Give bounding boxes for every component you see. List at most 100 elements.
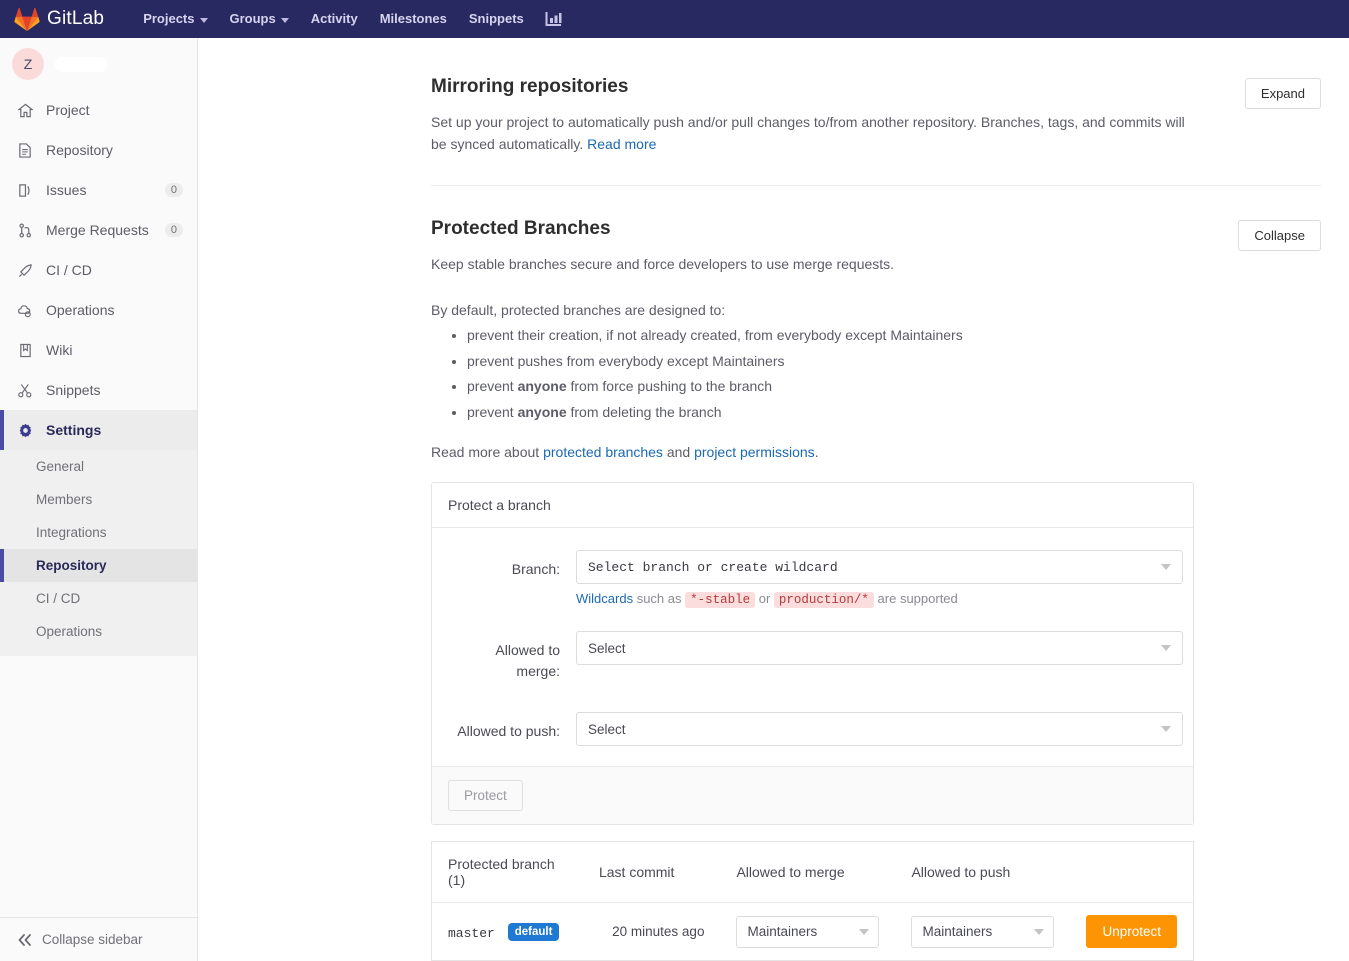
protected-branches-table-wrap: Protected branch (1) Last commit Allowed… [431, 841, 1321, 961]
topnav-item-snippets-label: Snippets [468, 11, 524, 26]
branch-select[interactable]: Select branch or create wildcard [576, 550, 1183, 585]
chevron-down-icon [280, 17, 289, 23]
collapse-sidebar-button[interactable]: Collapse sidebar [0, 917, 197, 961]
wildcards-link[interactable]: Wildcards [576, 591, 633, 606]
chevron-down-icon [1161, 726, 1171, 733]
chevron-down-icon [859, 928, 870, 935]
rule-text-pre: prevent [467, 403, 518, 420]
sidebar-item-snippets[interactable]: Snippets [0, 370, 197, 410]
mirroring-header: Mirroring repositories Set up your proje… [431, 76, 1321, 155]
sidebar-subitem-ci-cd[interactable]: CI / CD [0, 582, 197, 615]
sidebar-item-wiki[interactable]: Wiki [0, 330, 197, 370]
allowed-to-push-row: Allowed to push: Select [448, 712, 1183, 747]
sidebar-item-snippets-label: Snippets [46, 382, 101, 398]
double-chevron-left-icon [18, 933, 31, 946]
document-icon [16, 142, 34, 158]
protected-branches-doc-link[interactable]: protected branches [543, 444, 663, 460]
sidebar-item-repository-label: Repository [46, 142, 113, 158]
topnav-item-activity-label: Activity [310, 11, 358, 26]
sidebar-item-settings[interactable]: Settings [0, 410, 197, 450]
row-allowed-to-merge-select[interactable]: Maintainers [736, 915, 880, 948]
settings-subnav-list: General Members Integrations Repository … [0, 450, 197, 656]
protected-branches-title: Protected Branches [431, 218, 611, 240]
rocket-icon [16, 263, 34, 278]
rule-text-post: from deleting the branch [566, 403, 722, 420]
allowed-to-merge-row: Allowed to merge: Select [448, 631, 1183, 682]
topnav-item-snippets[interactable]: Snippets [458, 0, 535, 38]
hint-end: are supported [873, 591, 958, 607]
merge-request-icon [16, 223, 34, 238]
allowed-to-push-select[interactable]: Select [576, 712, 1183, 747]
chart-bar-icon [545, 12, 562, 26]
topnav-item-activity[interactable]: Activity [300, 0, 369, 38]
rule-text-strong: anyone [517, 378, 567, 395]
sidebar-item-issues[interactable]: Issues 0 [0, 170, 197, 210]
sidebar-item-ci-cd[interactable]: CI / CD [0, 250, 197, 290]
allowed-to-merge-label: Allowed to merge: [495, 642, 560, 680]
protected-branches-table-body: master default 20 minutes ago Maintainer… [432, 903, 1194, 961]
cell-actions: Unprotect [1070, 903, 1193, 961]
topnav-item-projects[interactable]: Projects [132, 0, 218, 38]
rule-item: prevent anyone from deleting the branch [467, 403, 1321, 423]
table-header-row: Protected branch (1) Last commit Allowed… [431, 841, 1194, 904]
scissors-icon [16, 383, 34, 398]
collapse-sidebar-label: Collapse sidebar [42, 932, 143, 947]
sidebar-subitem-members[interactable]: Members [0, 483, 197, 516]
sidebar-item-project[interactable]: Project [0, 90, 197, 130]
project-header-link[interactable]: Z [0, 38, 197, 90]
sidebar-item-repository[interactable]: Repository [0, 130, 197, 170]
sidebar-item-merge-requests[interactable]: Merge Requests 0 [0, 210, 197, 250]
sidebar-item-ci-cd-label: CI / CD [46, 262, 92, 278]
sidebar-subitem-operations[interactable]: Operations [0, 615, 197, 648]
gitlab-logo-link[interactable]: GitLab [0, 7, 104, 31]
topnav-item-milestones-label: Milestones [379, 11, 447, 26]
sidebar-item-merge-requests-count: 0 [164, 223, 183, 237]
mirroring-read-more-link[interactable]: Read more [587, 136, 656, 152]
branch-field-row: Branch: Select branch or create wildcard… [448, 550, 1183, 609]
sidebar-item-operations[interactable]: Operations [0, 290, 197, 330]
read-more-prefix: Read more about [431, 444, 544, 461]
protect-a-branch-panel: Protect a branch Branch: Select branch o… [431, 482, 1194, 826]
sidebar-item-merge-requests-label: Merge Requests [46, 222, 149, 238]
protected-branches-collapse-button[interactable]: Collapse [1238, 220, 1321, 252]
rule-text-pre: prevent [467, 378, 518, 395]
cell-branch-name: master default [432, 903, 583, 961]
project-permissions-doc-link[interactable]: project permissions [694, 444, 815, 460]
branch-field-label: Branch: [511, 561, 560, 578]
protected-branches-rules-list: prevent their creation, if not already c… [431, 326, 1321, 422]
topnav-item-groups[interactable]: Groups [219, 0, 300, 38]
cell-last-commit: 20 minutes ago [612, 924, 705, 940]
mirroring-description: Set up your project to automatically pus… [431, 112, 1191, 155]
sidebar-item-project-label: Project [46, 102, 90, 118]
wildcards-hint: Wildcards such as *-stable or production… [576, 591, 1183, 609]
protect-a-branch-panel-title: Protect a branch [432, 483, 1193, 529]
sidebar-item-operations-label: Operations [46, 302, 115, 318]
sidebar-nav-list: Project Repository Issues 0 Merge Reques… [0, 90, 197, 450]
project-sidebar: Z Project Repository Issues 0 Merge Requ… [0, 38, 198, 961]
topnav-item-milestones[interactable]: Milestones [369, 0, 458, 38]
sidebar-item-settings-label: Settings [46, 422, 102, 438]
sidebar-subitem-integrations[interactable]: Integrations [0, 516, 197, 549]
sidebar-subitem-general[interactable]: General [0, 450, 197, 483]
row-allowed-to-push-select[interactable]: Maintainers [911, 915, 1055, 948]
top-nav-items: Projects Groups Activity Milestones Snip… [132, 0, 572, 38]
sidebar-subitem-ci-cd-label: CI / CD [36, 591, 81, 606]
mirroring-expand-button[interactable]: Expand [1244, 78, 1321, 109]
gitlab-wordmark: GitLab [47, 8, 105, 29]
read-more-mid: and [662, 444, 695, 461]
project-avatar: Z [12, 48, 44, 80]
hint-mid-1: such as [633, 591, 686, 607]
wildcard-example-stable: *-stable [685, 592, 756, 609]
protected-branches-intro: By default, protected branches are desig… [431, 302, 726, 319]
rule-item: prevent their creation, if not already c… [467, 326, 1321, 346]
main-content: Mirroring repositories Set up your proje… [198, 38, 1349, 961]
topnav-item-projects-label: Projects [143, 11, 195, 26]
book-icon [16, 343, 34, 358]
protected-branches-description: Keep stable branches secure and force de… [431, 256, 895, 273]
allowed-to-merge-select[interactable]: Select [576, 631, 1183, 666]
analytics-button[interactable] [535, 11, 572, 27]
mirroring-title: Mirroring repositories [431, 76, 629, 97]
unprotect-button[interactable]: Unprotect [1086, 915, 1177, 949]
sidebar-subitem-repository[interactable]: Repository [0, 549, 197, 582]
protect-button[interactable]: Protect [448, 780, 523, 812]
